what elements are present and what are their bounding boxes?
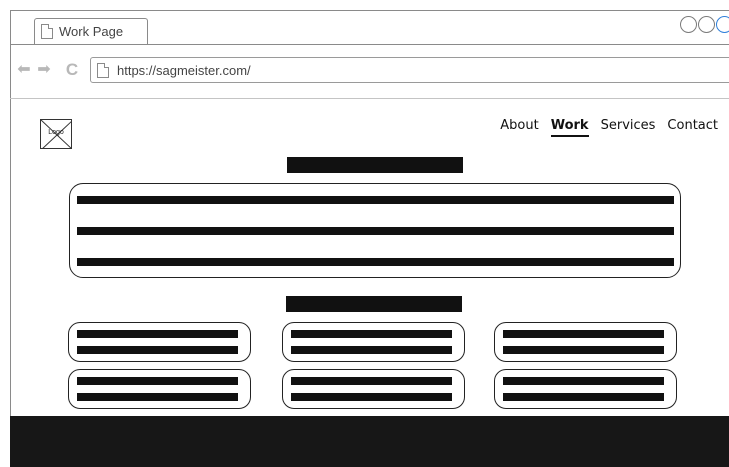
- address-bar[interactable]: https://sagmeister.com/: [90, 57, 729, 83]
- text-line-placeholder: [503, 393, 664, 401]
- nav-item-services[interactable]: Services: [601, 118, 656, 137]
- text-line-placeholder: [77, 196, 674, 204]
- work-card[interactable]: [68, 322, 251, 362]
- intro-text-card: [69, 183, 681, 278]
- work-card[interactable]: [282, 369, 465, 409]
- reload-icon[interactable]: C: [64, 61, 80, 78]
- page-icon: [97, 62, 109, 78]
- site-logo[interactable]: Logo: [40, 119, 72, 149]
- maximize-icon[interactable]: [698, 16, 715, 33]
- text-line-placeholder: [291, 377, 452, 385]
- work-card[interactable]: [68, 369, 251, 409]
- text-line-placeholder: [77, 377, 238, 385]
- tabstrip-divider: [10, 44, 729, 45]
- window-controls: [680, 16, 729, 33]
- close-icon[interactable]: [716, 16, 729, 33]
- forward-arrow-icon[interactable]: ➡: [36, 62, 52, 78]
- page-title-placeholder: [287, 157, 463, 173]
- text-line-placeholder: [77, 330, 238, 338]
- tab-title: Work Page: [59, 24, 124, 39]
- toolbar-divider: [10, 98, 729, 99]
- text-line-placeholder: [77, 258, 674, 266]
- text-line-placeholder: [291, 346, 452, 354]
- address-url: https://sagmeister.com/: [117, 62, 251, 78]
- work-card[interactable]: [494, 369, 677, 409]
- logo-label: Logo: [48, 129, 64, 136]
- text-line-placeholder: [291, 330, 452, 338]
- text-line-placeholder: [503, 377, 664, 385]
- site-nav: About Work Services Contact: [488, 118, 718, 137]
- text-line-placeholder: [291, 393, 452, 401]
- site-footer: [10, 416, 729, 467]
- back-arrow-icon[interactable]: ⬅: [16, 62, 32, 78]
- text-line-placeholder: [77, 393, 238, 401]
- work-card[interactable]: [282, 322, 465, 362]
- work-card[interactable]: [494, 322, 677, 362]
- browser-toolbar: ⬅ ➡ C https://sagmeister.com/: [10, 56, 729, 86]
- text-line-placeholder: [503, 346, 664, 354]
- nav-item-about[interactable]: About: [500, 118, 538, 137]
- text-line-placeholder: [77, 227, 674, 235]
- nav-item-contact[interactable]: Contact: [667, 118, 718, 137]
- minimize-icon[interactable]: [680, 16, 697, 33]
- browser-tab[interactable]: Work Page: [34, 18, 148, 44]
- section-title-placeholder: [286, 296, 462, 312]
- nav-item-work[interactable]: Work: [550, 118, 589, 137]
- text-line-placeholder: [503, 330, 664, 338]
- text-line-placeholder: [77, 346, 238, 354]
- page-icon: [41, 24, 53, 39]
